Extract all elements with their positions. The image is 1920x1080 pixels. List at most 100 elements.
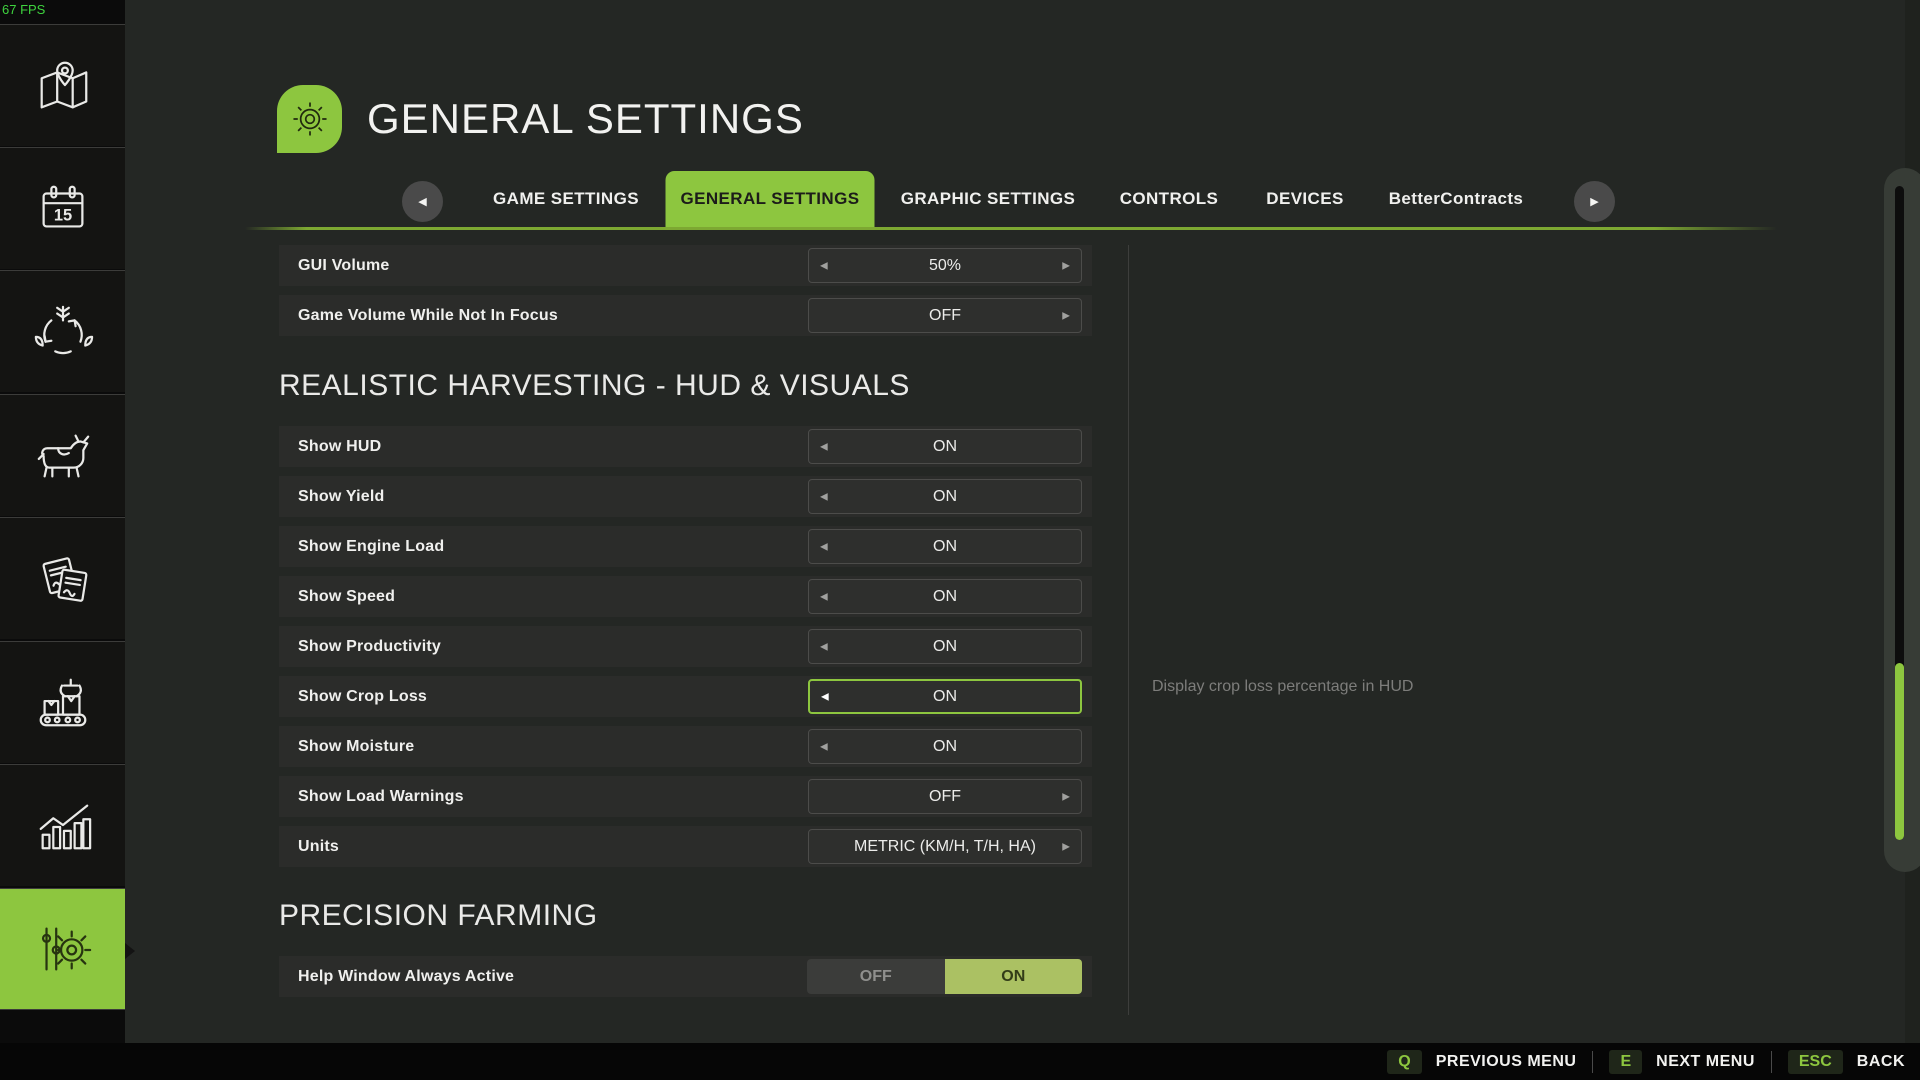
setting-row-gui-volume: GUI Volume ◀ 50% ▶ xyxy=(279,245,1092,286)
decrease-arrow-icon[interactable]: ◀ xyxy=(820,741,828,752)
shortcut-label: PREVIOUS MENU xyxy=(1435,1052,1577,1070)
increase-arrow-icon[interactable]: ▶ xyxy=(1062,310,1070,321)
sidebar: 15 xyxy=(0,0,125,1043)
active-tile-pointer-icon xyxy=(125,943,135,959)
show-load-warnings-selector[interactable]: OFF ▶ xyxy=(808,779,1082,814)
tab-bar: ◀ GAME SETTINGS GENERAL SETTINGS GRAPHIC… xyxy=(0,171,1920,227)
tab-bettercontracts[interactable]: BetterContracts xyxy=(1389,171,1523,227)
increase-arrow-icon[interactable]: ▶ xyxy=(1062,841,1070,852)
setting-label: Game Volume While Not In Focus xyxy=(298,306,558,324)
setting-row-units: Units METRIC (KM/H, T/H, HA) ▶ xyxy=(279,826,1092,867)
units-selector[interactable]: METRIC (KM/H, T/H, HA) ▶ xyxy=(808,829,1082,864)
decrease-arrow-icon[interactable]: ◀ xyxy=(820,441,828,452)
setting-value: ON xyxy=(933,587,957,605)
tab-underline xyxy=(245,227,1777,230)
setting-row-show-productivity: Show Productivity ◀ ON xyxy=(279,626,1092,667)
toggle-off-option[interactable]: OFF xyxy=(807,959,945,994)
statistics-icon xyxy=(39,804,91,849)
sidebar-item-settings[interactable] xyxy=(0,888,125,1010)
animals-icon xyxy=(37,434,89,477)
tab-general-settings[interactable]: GENERAL SETTINGS xyxy=(665,171,875,227)
tab-graphic-settings[interactable]: GRAPHIC SETTINGS xyxy=(901,171,1076,227)
setting-value: 50% xyxy=(928,256,962,274)
setting-label: Show Speed xyxy=(298,587,396,605)
previous-menu-shortcut[interactable]: Q PREVIOUS MENU xyxy=(1387,1049,1577,1074)
production-icon xyxy=(39,678,86,726)
toggle-on-option[interactable]: ON xyxy=(944,959,1082,994)
sidebar-item-crop-rotation[interactable] xyxy=(0,270,125,392)
setting-label: Show Engine Load xyxy=(298,537,445,555)
setting-label: Help Window Always Active xyxy=(298,967,515,985)
page-title: GENERAL SETTINGS xyxy=(367,95,804,142)
footer-divider xyxy=(1592,1050,1594,1073)
game-volume-focus-selector[interactable]: OFF ▶ xyxy=(808,298,1082,333)
decrease-arrow-icon[interactable]: ◀ xyxy=(820,260,828,271)
decrease-arrow-icon[interactable]: ◀ xyxy=(821,691,829,702)
sidebar-item-production[interactable] xyxy=(0,641,125,763)
setting-label: Show HUD xyxy=(298,437,382,455)
setting-row-help-window-always-active: Help Window Always Active OFF ON xyxy=(279,956,1092,997)
help-panel-divider xyxy=(1128,245,1129,1015)
help-window-toggle[interactable]: OFF ON xyxy=(807,959,1082,994)
decrease-arrow-icon[interactable]: ◀ xyxy=(820,541,828,552)
calendar-day-label: 15 xyxy=(53,206,71,224)
chevron-right-icon: ▶ xyxy=(1590,196,1599,208)
setting-label: Units xyxy=(298,837,339,855)
key-q-badge: Q xyxy=(1387,1049,1422,1074)
settings-screen: 67 FPS 15 GENERAL SETTINGS ◀ GAME SETTIN… xyxy=(0,0,1920,1080)
show-moisture-selector[interactable]: ◀ ON xyxy=(808,729,1082,764)
setting-value: ON xyxy=(933,637,957,655)
scrollbar-thumb[interactable] xyxy=(1895,663,1904,840)
increase-arrow-icon[interactable]: ▶ xyxy=(1062,791,1070,802)
show-productivity-selector[interactable]: ◀ ON xyxy=(808,629,1082,664)
footer-bar: Q PREVIOUS MENU E NEXT MENU ESC BACK xyxy=(0,1043,1920,1080)
setting-row-show-speed: Show Speed ◀ ON xyxy=(279,576,1092,617)
setting-help-text: Display crop loss percentage in HUD xyxy=(1152,678,1414,695)
sidebar-item-statistics[interactable] xyxy=(0,764,125,886)
map-icon xyxy=(40,61,87,108)
show-crop-loss-selector[interactable]: ◀ ON xyxy=(808,679,1082,714)
tab-game-settings[interactable]: GAME SETTINGS xyxy=(493,171,639,227)
tabs-next-button[interactable]: ▶ xyxy=(1574,181,1615,222)
key-e-badge: E xyxy=(1609,1049,1643,1074)
tabs-prev-button[interactable]: ◀ xyxy=(402,181,443,222)
sidebar-item-animals[interactable] xyxy=(0,394,125,516)
show-engine-load-selector[interactable]: ◀ ON xyxy=(808,529,1082,564)
shortcut-label: NEXT MENU xyxy=(1656,1052,1755,1070)
gear-icon xyxy=(292,102,327,136)
setting-value: METRIC (KM/H, T/H, HA) xyxy=(854,837,1036,855)
shortcut-label: BACK xyxy=(1856,1052,1905,1070)
setting-value: OFF xyxy=(929,306,961,324)
scrollbar xyxy=(1884,168,1920,872)
next-menu-shortcut[interactable]: E NEXT MENU xyxy=(1609,1049,1755,1074)
sidebar-item-map[interactable] xyxy=(0,24,125,146)
setting-row-show-yield: Show Yield ◀ ON xyxy=(279,476,1092,517)
setting-value: ON xyxy=(933,437,957,455)
setting-row-show-load-warnings: Show Load Warnings OFF ▶ xyxy=(279,776,1092,817)
show-hud-selector[interactable]: ◀ ON xyxy=(808,429,1082,464)
show-speed-selector[interactable]: ◀ ON xyxy=(808,579,1082,614)
setting-label: Show Moisture xyxy=(298,737,415,755)
show-yield-selector[interactable]: ◀ ON xyxy=(808,479,1082,514)
setting-label: Show Load Warnings xyxy=(298,787,464,805)
decrease-arrow-icon[interactable]: ◀ xyxy=(820,641,828,652)
setting-row-show-moisture: Show Moisture ◀ ON xyxy=(279,726,1092,767)
increase-arrow-icon[interactable]: ▶ xyxy=(1062,260,1070,271)
tab-controls[interactable]: CONTROLS xyxy=(1120,171,1219,227)
gui-volume-selector[interactable]: ◀ 50% ▶ xyxy=(808,248,1082,283)
section-title-precision-farming: PRECISION FARMING xyxy=(279,899,598,932)
contracts-icon xyxy=(41,556,87,602)
settings-sliders-icon xyxy=(41,927,91,971)
setting-value: ON xyxy=(933,737,957,755)
fps-counter: 67 FPS xyxy=(2,2,46,17)
key-esc-badge: ESC xyxy=(1787,1049,1843,1074)
decrease-arrow-icon[interactable]: ◀ xyxy=(820,491,828,502)
chevron-left-icon: ◀ xyxy=(418,196,427,208)
setting-value: ON xyxy=(933,487,957,505)
setting-row-show-crop-loss: Show Crop Loss ◀ ON xyxy=(279,676,1092,717)
back-shortcut[interactable]: ESC BACK xyxy=(1787,1049,1905,1074)
sidebar-item-contracts[interactable] xyxy=(0,517,125,639)
sidebar-item-calendar[interactable]: 15 xyxy=(0,147,125,269)
decrease-arrow-icon[interactable]: ◀ xyxy=(820,591,828,602)
tab-devices[interactable]: DEVICES xyxy=(1266,171,1343,227)
